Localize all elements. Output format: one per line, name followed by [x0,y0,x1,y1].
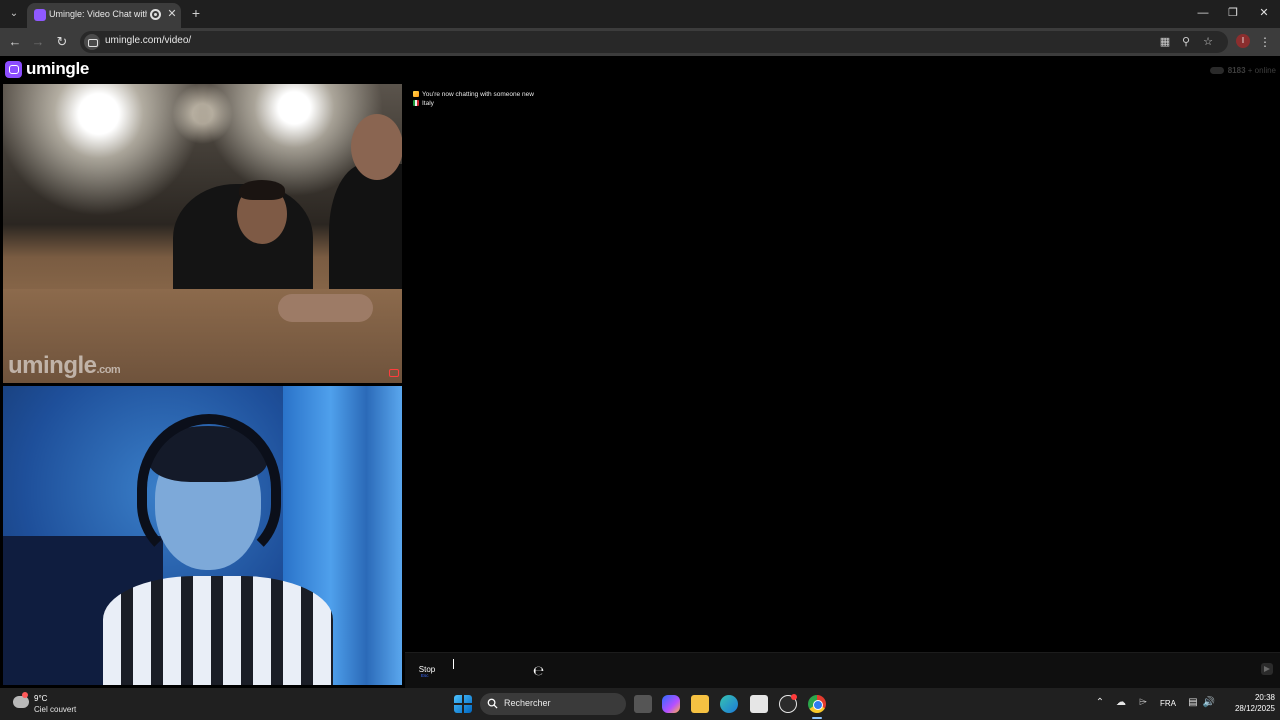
url-text[interactable]: umingle.com/video/ [105,35,191,46]
chat-message: You're now chatting with someone new [413,91,534,98]
address-bar[interactable]: umingle.com/video/ ▦ ⚲ ☆ [80,31,1228,53]
search-icon [487,698,498,709]
online-dot-icon [1209,67,1224,75]
microsoft-store-icon[interactable] [750,695,768,713]
chat-message-text: You're now chatting with someone new [422,91,534,98]
volume-icon[interactable]: 🔊 [1202,697,1216,708]
italy-flag-icon [413,100,419,106]
weather-temp[interactable]: 9°C [34,694,47,703]
forward-arrow-icon[interactable]: → [28,32,48,52]
microphone-icon[interactable]: ⌲ [1136,697,1150,708]
wifi-icon[interactable]: ▤ [1186,697,1200,708]
language-indicator[interactable]: FRA [1160,699,1176,708]
sparkles-icon [413,91,419,97]
video-figure [351,114,402,180]
network-app-icon[interactable]: ☁ [1114,697,1128,708]
video-figure [239,180,285,200]
umingle-watermark: umingle.com [8,352,121,380]
translate-icon[interactable]: ▦ [1157,34,1173,50]
logo-text: umingle [26,59,90,78]
tray-chevron-icon[interactable]: ⌃ [1093,697,1107,708]
watermark-text: umingle [8,352,97,379]
profile-avatar[interactable]: I [1236,34,1250,48]
text-caret [453,659,454,669]
text-cursor-icon: ℮ [533,664,545,679]
umingle-page: umingle 8183 + online umingle.com You're… [0,56,1280,688]
zoom-icon[interactable]: ⚲ [1178,34,1194,50]
clock-date[interactable]: 28/12/2025 [1226,704,1275,713]
file-explorer-icon[interactable] [691,695,709,713]
chat-message-text: Italy [422,100,434,107]
browser-tabstrip: ⌄ Umingle: Video Chat with S ✕ + — ❐ ✕ [0,0,1280,28]
online-suffix: + online [1247,66,1276,75]
send-icon[interactable] [1261,663,1273,675]
chat-input[interactable] [449,657,1249,683]
copilot-icon[interactable] [662,695,680,713]
window-close-icon[interactable]: ✕ [1253,3,1275,23]
recording-indicator-icon [150,9,161,20]
video-figure [137,414,281,564]
chat-message: Italy [413,100,434,107]
notification-badge-icon [791,694,797,700]
task-view-icon[interactable] [634,695,652,713]
browser-toolbar: ← → ↻ umingle.com/video/ ▦ ⚲ ☆ I ⋮ [0,28,1280,56]
bookmark-star-icon[interactable]: ☆ [1200,34,1216,50]
browser-tab-active[interactable]: Umingle: Video Chat with S ✕ [27,3,181,28]
search-label: Rechercher [504,698,551,708]
tab-close-icon[interactable]: ✕ [165,6,179,22]
video-figure [103,576,333,685]
windows-taskbar: 9°C Ciel couvert Rechercher ⌃ ☁ ⌲ FRA ▤ … [0,688,1280,720]
tab-title: Umingle: Video Chat with S [49,9,147,19]
back-arrow-icon[interactable]: ← [5,32,25,52]
online-count: 8183 [1227,66,1246,75]
minimize-icon[interactable]: — [1192,3,1214,23]
browser-menu-icon[interactable]: ⋮ [1258,32,1272,52]
video-figure [278,294,373,322]
reload-icon[interactable]: ↻ [52,32,72,52]
stop-button[interactable]: Stop [413,659,441,681]
stranger-video: umingle.com [3,84,402,383]
site-info-icon[interactable] [84,34,100,50]
chrome-icon[interactable] [808,695,826,713]
edge-icon[interactable] [720,695,738,713]
windows-start-icon[interactable] [454,695,472,713]
active-app-indicator [812,717,822,719]
umingle-favicon-icon [34,9,46,21]
report-flag-icon[interactable] [389,369,399,377]
self-video [3,386,402,685]
taskbar-search[interactable]: Rechercher [480,693,626,715]
clock-time[interactable]: 20:38 [1241,693,1275,702]
weather-cloud-icon[interactable] [13,692,29,708]
chat-bubble-logo-icon [5,61,22,78]
tab-search-chevron-icon[interactable]: ⌄ [4,4,24,24]
new-tab-plus-icon[interactable]: + [188,5,204,21]
watermark-suffix: .com [96,364,121,376]
online-counter: 8183 + online [1209,66,1276,75]
weather-desc[interactable]: Ciel couvert [34,705,76,714]
restore-icon[interactable]: ❐ [1222,3,1244,23]
